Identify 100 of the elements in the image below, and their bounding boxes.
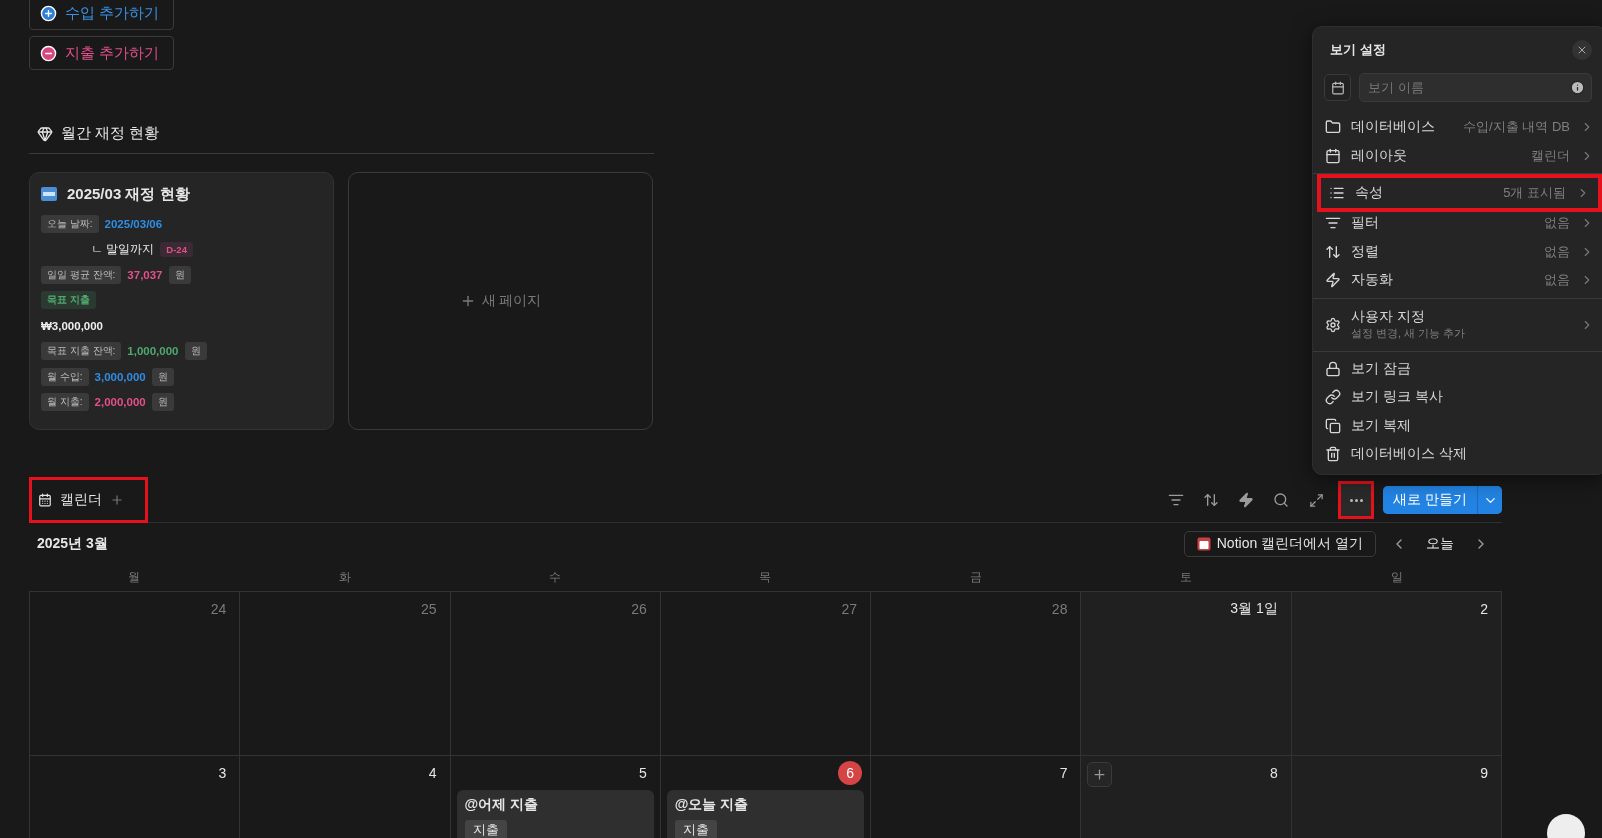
sort-icon [1203,492,1220,508]
menu-item[interactable]: 데이터베이스 수입/지출 내역 DB [1313,113,1602,142]
day-number: 3월 1일 [1230,600,1278,618]
menu-item-label: 보기 링크 복사 [1351,388,1444,407]
field-value: 1,000,000 [127,345,179,358]
weekday-label: 월 [127,569,142,586]
event-card[interactable]: @어제 지출 지출 [456,790,654,838]
lightning-icon [1325,272,1341,289]
day-number: 3 [218,765,227,781]
lightning-icon [1238,492,1255,508]
atm-card-icon [41,187,57,201]
new-button[interactable]: 새로 만들기 [1383,486,1478,514]
close-icon [1576,44,1588,56]
calendar-icon [1330,80,1345,95]
menu-item-label: 보기 잠금 [1351,359,1412,378]
panel-title: 보기 설정 [1330,41,1386,59]
calendar-icon [1325,147,1341,164]
view-name-field[interactable]: 보기 이름 [1359,73,1592,102]
view-icon-button[interactable] [1324,74,1351,101]
open-calendar-button[interactable]: Notion 캘린더에서 열기 [1183,531,1376,557]
card-title: 2025/03 재정 현황 [67,184,190,204]
settings-icon [1325,316,1341,333]
calendar-icon [38,493,52,507]
menu-item[interactable]: 정렬 없음 [1313,237,1602,266]
menu-item-label: 데이터베이스 [1351,118,1436,137]
weekday-label: 화 [337,569,352,586]
gem-icon [37,125,53,142]
view-name-input[interactable]: 보기 이름 [1366,74,1570,101]
event-title: @오늘 지출 [674,796,749,814]
trash-icon [1325,446,1341,463]
menu-item-label: 자동화 [1351,271,1394,290]
section-title: 월간 재정 현황 [61,124,160,143]
add-income-button[interactable]: 수입 추가하기 [29,0,175,30]
day-number: 4 [428,765,437,781]
weekday-label: 일 [1389,569,1404,586]
copy-icon [1325,417,1341,434]
menu-item[interactable]: 자동화 없음 [1313,266,1602,295]
menu-item[interactable]: 보기 잠금 [1313,354,1602,383]
weekday-label: 수 [548,569,563,586]
menu-item-subtitle: 설정 변경, 새 기능 추가 [1351,326,1467,341]
field-label: ㄴ 말일까지 [91,240,155,258]
more-icon [1349,498,1363,502]
day-number: 8 [1269,765,1278,781]
plus-circle-icon [40,4,57,22]
menu-item-label: 속성 [1355,184,1384,202]
menu-item[interactable]: 필터 없음 [1313,209,1602,238]
today-button[interactable]: 오늘 [1422,535,1458,553]
menu-item[interactable]: 레이아웃 캘린더 [1313,141,1602,170]
menu-item-value: 수입/지출 내역 DB [1463,118,1570,137]
minus-circle-icon [40,44,57,62]
unit-label: 원 [168,265,191,284]
menu-item[interactable]: 보기 링크 복사 [1313,383,1602,412]
weekday-label: 금 [968,569,983,586]
menu-item-value: 없음 [1544,271,1570,290]
menu-item-value: 캘린더 [1531,146,1570,165]
weekday-label: 목 [758,569,773,586]
close-button[interactable] [1572,40,1592,60]
menu-item-value: 없음 [1544,242,1570,261]
menu-item-label: 정렬 [1351,242,1380,261]
day-number: 5 [639,765,647,781]
sort-icon [1325,243,1341,260]
day-number: 27 [841,601,858,617]
menu-item-label: 보기 복제 [1351,416,1412,435]
day-number: 26 [631,601,647,617]
day-number: 24 [210,601,227,617]
plus-icon [1092,767,1108,782]
unit-label: 원 [151,393,174,412]
event-card[interactable]: @오늘 지출 지출 [666,790,865,838]
day-number: 2 [1480,601,1488,617]
field-value: 2,000,000 [94,396,146,409]
month-title: 2025년 3월 [37,535,108,553]
add-expense-button[interactable]: 지출 추가하기 [29,36,175,70]
menu-item-value: 없음 [1544,214,1570,233]
event-title: @어제 지출 [464,796,539,814]
day-number: 28 [1051,601,1068,617]
day-number: 9 [1480,765,1488,781]
countdown-badge: D-24 [160,241,193,257]
add-event-button[interactable] [1087,762,1113,787]
lock-icon [1325,360,1341,377]
menu-item[interactable]: 데이터베이스 삭제 [1313,440,1602,469]
field-label: 월 지출: [41,393,89,412]
goal-tag: 목표 지출 [41,291,96,310]
menu-item-value: 5개 표시됨 [1503,184,1566,202]
field-value: 3,000,000 [94,370,146,383]
menu-item[interactable]: 보기 복제 [1313,411,1602,440]
field-label: 목표 지출 잔액: [41,342,122,361]
menu-item[interactable]: 속성 5개 표시됨 [1317,174,1602,212]
unit-label: 원 [184,342,207,361]
link-icon [1325,389,1341,406]
menu-item[interactable]: 사용자 지정 설정 변경, 새 기능 추가 [1313,301,1602,348]
new-page-button[interactable]: 새 페이지 [348,172,653,430]
finance-card[interactable]: 2025/03 재정 현황 오늘 날짜: 2025/03/06 ㄴ 말일까지 D-24 일일 평균 잔액: 37,037 원 목표 지출 ₩3,000,000 목표 지출 잔액: 1,000,000 원 월 수입: 3,000,000 원 월 지출: 2,000,000 원 [29,172,334,430]
calendar-tab[interactable]: 캘린더 [29,477,148,523]
field-value: 2025/03/06 [104,217,163,230]
field-label: 오늘 날짜: [41,214,99,233]
filter-icon [1168,492,1185,508]
event-tag: 지출 [674,820,717,838]
weekday-label: 토 [1179,569,1194,586]
menu-item-label: 레이아웃 [1351,146,1408,165]
more-button[interactable] [1338,481,1375,519]
